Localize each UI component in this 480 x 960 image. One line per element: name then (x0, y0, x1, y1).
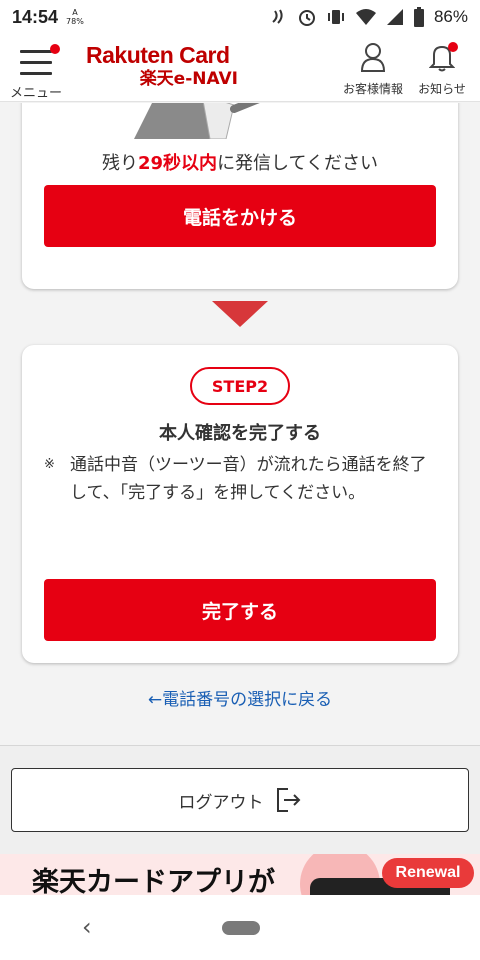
note-text: 通話中音（ツーツー音）が流れたら通話を終了して、「完了する」を押してください。 (70, 455, 427, 503)
app-promo-banner[interactable]: 楽天カードアプリが Renewal (0, 854, 480, 896)
phone-call-illustration (134, 103, 260, 139)
data-indicator: A 78% (66, 8, 84, 26)
logout-button[interactable]: ログアウト (11, 768, 469, 832)
banner-text: 楽天カードアプリが (32, 867, 275, 896)
wifi-icon (355, 9, 376, 25)
hamburger-icon (20, 50, 52, 83)
vibrate-icon (327, 10, 344, 24)
logo-line1: Rakuten Card (86, 42, 230, 68)
home-pill-icon[interactable] (222, 921, 260, 935)
notifications-button[interactable]: お知らせ (412, 42, 472, 97)
notification-dot (448, 42, 458, 52)
logo-line2: 楽天e-NAVI (139, 69, 238, 89)
step2-card: STEP2 本人確認を完了する ※ 通話中音（ツーツー音）が流れたら通話を終了し… (22, 345, 458, 663)
remaining-time-text: 残り29秒以内に発信してください (102, 153, 378, 174)
status-bar: 14:54 A 78% 86% (0, 0, 480, 34)
menu-label: メニュー (10, 86, 63, 101)
menu-button[interactable]: メニュー (10, 40, 68, 101)
logout-label: ログアウト (178, 792, 264, 813)
system-nav-bar: ‹ (0, 895, 480, 960)
customer-info-label: お客様情報 (342, 82, 403, 96)
footer-area: ログアウト 楽天カードアプリが Renewal (0, 745, 480, 896)
customer-info-button[interactable]: お客様情報 (338, 42, 408, 97)
person-icon (360, 43, 386, 72)
remaining-seconds: 29秒以内 (138, 153, 218, 174)
rakuten-card-logo[interactable]: Rakuten Card 楽天e-NAVI (86, 42, 246, 90)
step-note: ※ 通話中音（ツーツー音）が流れたら通話を終了して、「完了する」を押してください… (44, 451, 436, 507)
status-time: 14:54 (12, 6, 59, 27)
step-title: 本人確認を完了する (159, 423, 321, 444)
back-nav-icon[interactable]: ‹ (82, 913, 92, 941)
nfc-icon (272, 9, 283, 24)
note-mark: ※ (44, 457, 55, 472)
menu-notification-dot (50, 44, 60, 54)
complete-button[interactable]: 完了する (44, 579, 436, 641)
call-button[interactable]: 電話をかける (44, 185, 436, 247)
notifications-label: お知らせ (418, 82, 466, 96)
step-badge: STEP2 (190, 367, 290, 405)
back-to-phone-selection-link[interactable]: ←電話番号の選択に戻る (0, 685, 480, 710)
main-content: 残り29秒以内に発信してください 電話をかける STEP2 本人確認を完了する … (0, 103, 480, 745)
status-icons: 86% (270, 7, 468, 27)
renewal-badge: Renewal (382, 858, 474, 888)
battery-percent: 86% (433, 7, 468, 26)
logout-icon (276, 788, 300, 812)
app-header: メニュー Rakuten Card 楽天e-NAVI お客様情報 お知らせ (0, 34, 480, 102)
battery-icon (413, 7, 424, 27)
alarm-icon (298, 10, 315, 26)
step-arrow-icon (212, 301, 268, 327)
step1-card: 残り29秒以内に発信してください 電話をかける (22, 103, 458, 289)
signal-icon (386, 9, 403, 25)
